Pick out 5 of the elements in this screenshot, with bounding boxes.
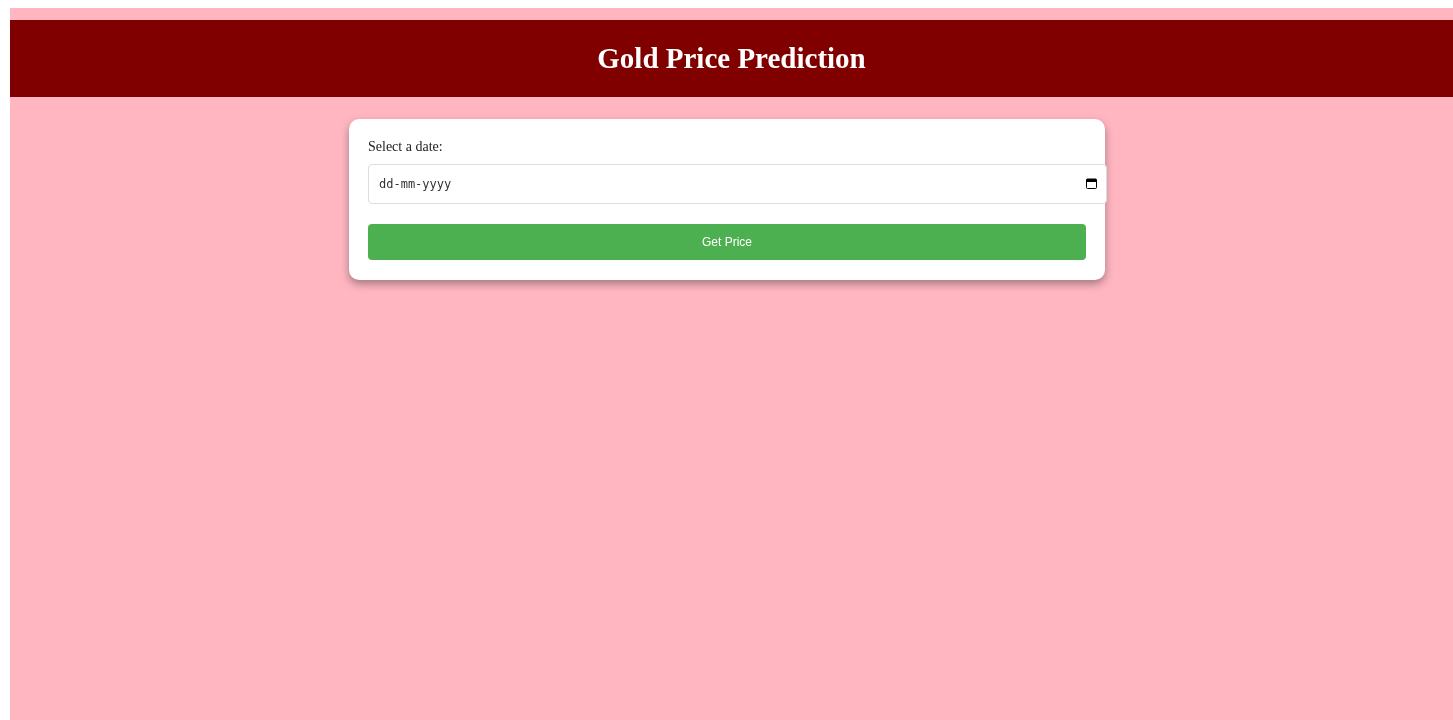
field-label: Select a date: xyxy=(368,139,444,155)
calendar-icon[interactable] xyxy=(1086,178,1097,189)
get-price-button[interactable]: Get Price xyxy=(368,224,1086,260)
date-field[interactable]: dd-mm-yyyy xyxy=(368,164,1107,204)
page-title: Gold Price Prediction xyxy=(597,42,866,75)
